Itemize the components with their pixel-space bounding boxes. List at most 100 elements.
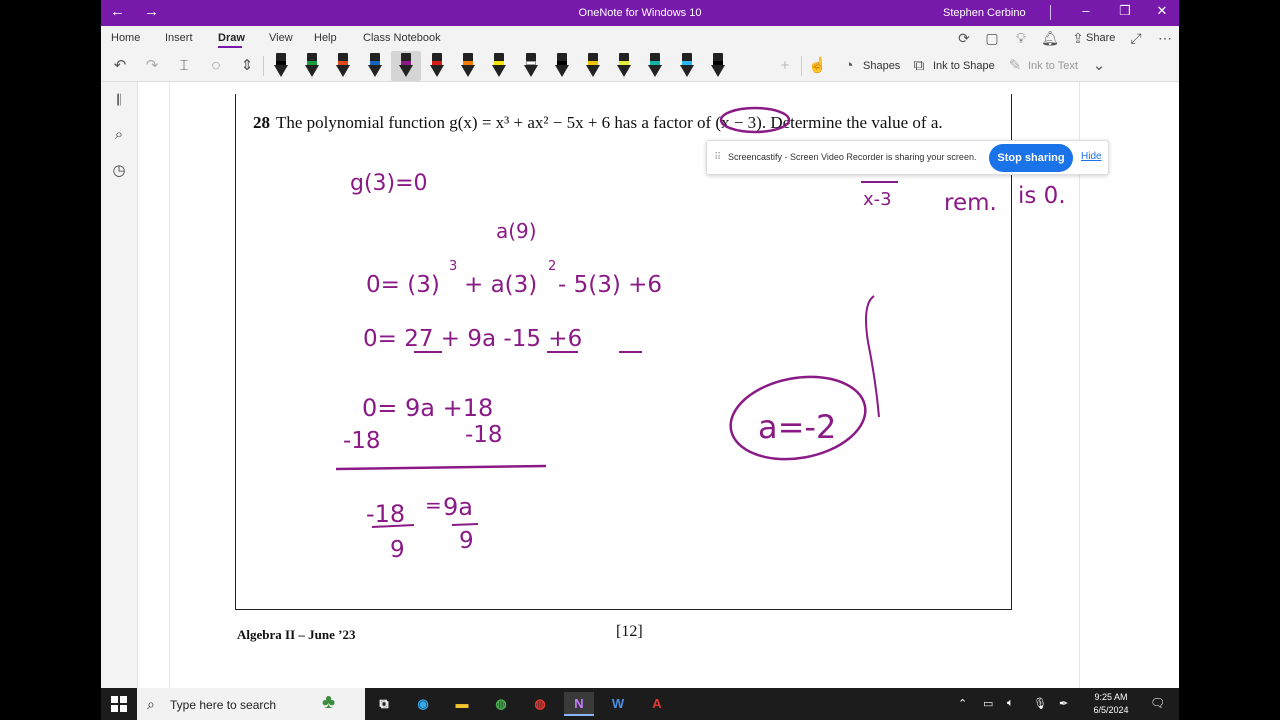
ink-line-2-exp2: 2 <box>548 259 556 274</box>
ink-to-shape-icon[interactable]: ⧉ <box>910 57 928 75</box>
chrome-profile-icon[interactable]: ◍ <box>525 692 555 716</box>
ink-line-1: g(3)=0 <box>350 171 428 196</box>
search-placeholder: Type here to search <box>170 698 277 712</box>
pen-red-icon[interactable] <box>430 53 444 79</box>
ink-fraction-left-den: 9 <box>390 537 405 563</box>
ink-line-5b: -18 <box>465 422 503 448</box>
ink-line-5a: -18 <box>343 428 381 454</box>
ink-side-stroke <box>865 295 880 418</box>
close-icon[interactable]: ✕ <box>1152 3 1172 19</box>
notification-center-icon[interactable]: 🗨︎ <box>1150 696 1165 710</box>
title-bar: ← → OneNote for Windows 10 Stephen Cerbi… <box>101 0 1179 26</box>
share-button[interactable]: Share <box>1086 32 1115 44</box>
tab-home[interactable]: Home <box>111 32 140 44</box>
ink-divider-line <box>335 464 547 471</box>
recent-icon[interactable]: ◷ <box>110 161 128 179</box>
acrobat-icon[interactable]: A <box>642 692 672 716</box>
ink-to-text-button[interactable]: Ink to Text <box>1028 60 1078 72</box>
notebooks-icon[interactable]: 𝄃 <box>110 92 128 110</box>
pen-black-marker-icon[interactable] <box>274 53 288 79</box>
tray-chevron-up-icon[interactable]: ⌃ <box>958 697 967 710</box>
pen-orange-icon[interactable] <box>461 53 475 79</box>
pen-blue-icon[interactable] <box>368 53 382 79</box>
shapes-icon[interactable]: ◔ <box>840 57 858 75</box>
ink-side-note-is: is 0. <box>1018 183 1066 209</box>
taskbar-clock[interactable]: 9:25 AM 6/5/2024 <box>1086 691 1136 717</box>
highlighter-yellow-icon[interactable] <box>492 53 506 79</box>
more-options-icon[interactable]: ⋯ <box>1156 30 1174 47</box>
ink-line-3: 0= 27 + 9a -15 +6 <box>363 326 582 352</box>
chevron-down-icon[interactable]: ⌄ <box>1090 57 1108 75</box>
screen: ← → OneNote for Windows 10 Stephen Cerbi… <box>0 0 1280 720</box>
clock-date: 6/5/2024 <box>1093 705 1129 715</box>
ink-fraction-left-num: -18 <box>366 500 405 528</box>
ink-side-note-rem: rem. <box>944 190 997 216</box>
expand-icon[interactable]: ⤢ <box>1127 30 1145 47</box>
highlighter-lime-icon[interactable] <box>617 53 631 79</box>
ink-line-2-exp3: 3 <box>449 259 457 274</box>
active-tab-indicator <box>218 46 242 48</box>
tab-draw[interactable]: Draw <box>218 32 245 44</box>
search-icon[interactable]: ⌕ <box>110 126 128 144</box>
ink-to-text-icon[interactable]: ✎ <box>1006 57 1024 75</box>
ink-replay-icon[interactable]: ☝ <box>808 57 827 75</box>
bell-icon[interactable]: 🔔︎ <box>1041 30 1059 47</box>
pen-purple-icon[interactable] <box>399 53 413 79</box>
undo-icon[interactable]: ↶ <box>111 57 129 75</box>
windows-start-icon[interactable] <box>111 696 127 712</box>
ink-to-shape-button[interactable]: Ink to Shape <box>933 60 995 72</box>
user-name[interactable]: Stephen Cerbino <box>943 7 1026 19</box>
lightbulb-icon[interactable]: 💡︎ <box>1012 30 1030 47</box>
ink-circle-factor <box>719 106 791 134</box>
word-icon[interactable]: W <box>603 692 633 716</box>
shapes-button[interactable]: Shapes <box>863 60 900 72</box>
stop-sharing-button[interactable]: Stop sharing <box>989 144 1073 172</box>
page-view-icon[interactable]: ▢ <box>983 30 1001 47</box>
taskbar-search-box[interactable]: ⌕ Type here to search ♣ <box>137 688 365 720</box>
tab-help[interactable]: Help <box>314 32 337 44</box>
microphone-icon[interactable]: 🎙︎ <box>1033 697 1047 710</box>
pen-multicolor-icon[interactable] <box>336 53 350 79</box>
ink-note-a9: a(9) <box>496 219 537 243</box>
share-icon[interactable]: ⇪ <box>1069 30 1087 47</box>
sync-icon[interactable]: ⟳ <box>955 30 973 47</box>
add-space-icon[interactable]: ⇕ <box>238 57 256 75</box>
battery-icon[interactable]: ▭ <box>983 697 993 710</box>
restore-icon[interactable]: ❐ <box>1115 3 1135 19</box>
windows-taskbar: ⌕ Type here to search ♣ ⧉ ◉ ▬ ◍ ◍ N W A … <box>101 688 1179 720</box>
onenote-window: ← → OneNote for Windows 10 Stephen Cerbi… <box>101 0 1179 688</box>
highlighter-cyan-icon[interactable] <box>680 53 694 79</box>
lasso-select-icon[interactable]: ◌ <box>207 57 225 75</box>
pen-workspace-icon[interactable]: ✒ <box>1059 697 1068 710</box>
ink-line-2c: - 5(3) +6 <box>558 272 662 298</box>
onenote-taskbar-icon[interactable]: N <box>564 692 594 716</box>
ink-line-2a: 0= (3) <box>366 272 440 298</box>
pen-black-3-icon[interactable] <box>711 53 725 79</box>
pen-teal-icon[interactable] <box>648 53 662 79</box>
ink-line-4: 0= 9a +18 <box>362 394 493 422</box>
redo-icon[interactable]: ↷ <box>143 57 161 75</box>
tab-view[interactable]: View <box>269 32 293 44</box>
toolbar-separator <box>801 56 802 76</box>
ink-side-fraction: x-3 <box>863 189 892 210</box>
pen-white-icon[interactable] <box>524 53 538 79</box>
ink-fraction-right-den: 9 <box>459 528 474 554</box>
highlighter-gold-icon[interactable] <box>586 53 600 79</box>
search-highlight-plant-icon: ♣ <box>322 691 336 713</box>
pen-black-2-icon[interactable] <box>555 53 569 79</box>
tab-insert[interactable]: Insert <box>165 32 193 44</box>
add-pen-icon[interactable]: + <box>776 57 794 75</box>
hide-link[interactable]: Hide <box>1081 151 1102 162</box>
chrome-icon[interactable]: ◍ <box>486 692 516 716</box>
file-explorer-icon[interactable]: ▬ <box>447 692 477 716</box>
drag-handle-icon[interactable]: ⠿ <box>714 152 721 163</box>
pen-green-icon[interactable] <box>305 53 319 79</box>
tab-class-notebook[interactable]: Class Notebook <box>363 32 441 44</box>
edge-icon[interactable]: ◉ <box>408 692 438 716</box>
minimize-icon[interactable]: – <box>1076 3 1096 19</box>
volume-icon[interactable]: 🔈︎ <box>1007 697 1014 710</box>
task-view-icon[interactable]: ⧉ <box>369 692 399 716</box>
type-select-icon[interactable]: ⌶ <box>175 57 193 75</box>
screen-share-notification: ⠿ Screencastify - Screen Video Recorder … <box>706 140 1109 175</box>
ink-fraction-right-num: 9a <box>443 493 473 521</box>
